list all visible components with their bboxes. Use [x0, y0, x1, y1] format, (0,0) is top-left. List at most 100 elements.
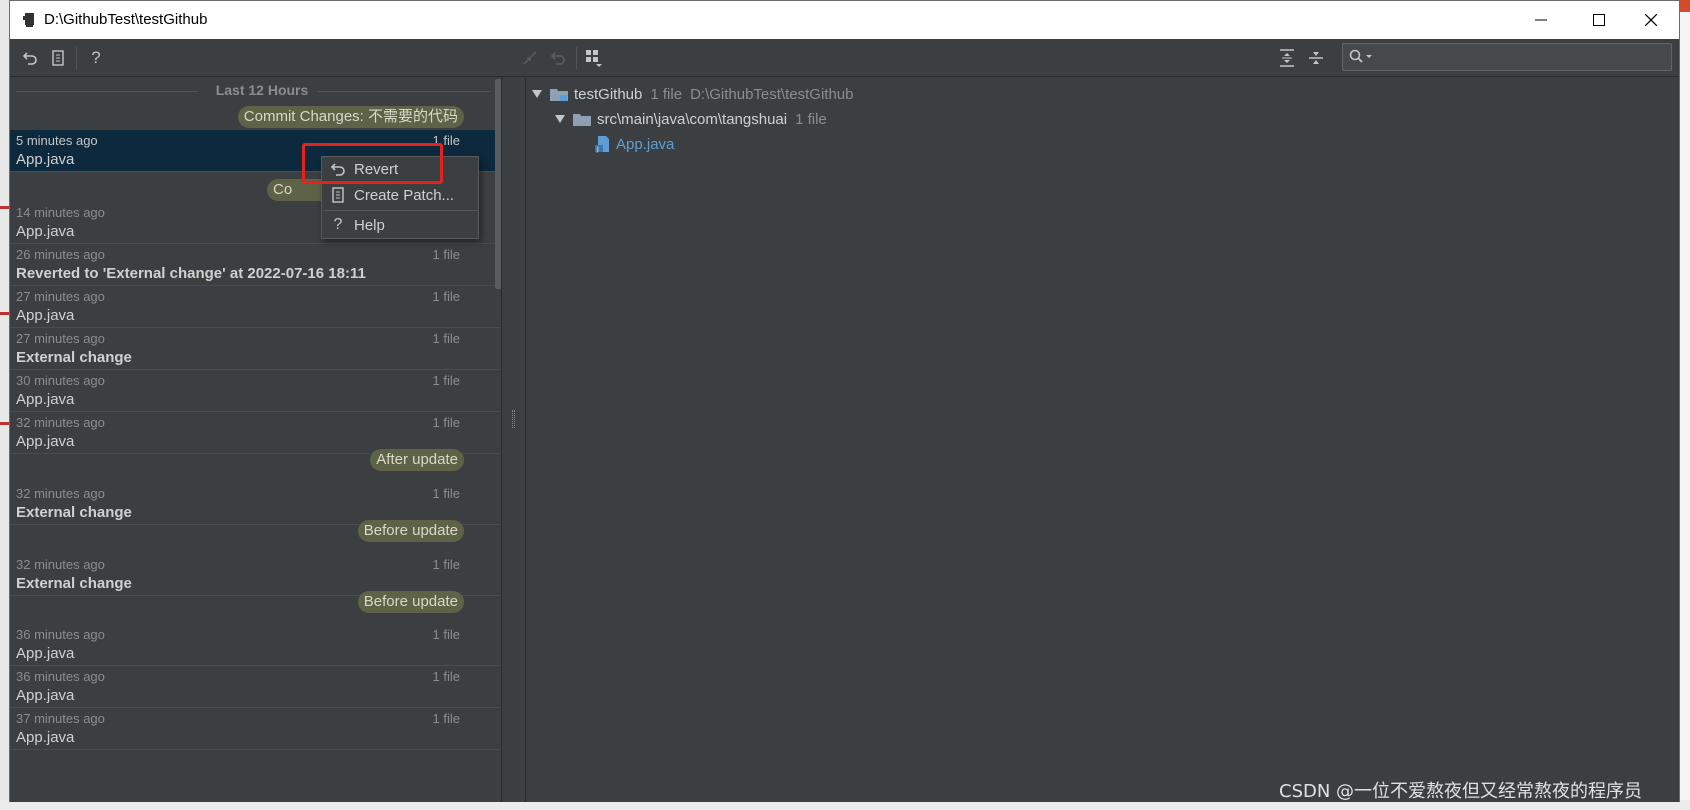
tree-package-count: 1 file: [795, 110, 827, 128]
maximize-icon: [1593, 14, 1605, 26]
revision-file-count: 1 file: [432, 669, 460, 684]
create-patch-toolbar-button[interactable]: [48, 48, 68, 68]
revision-file-count: 1 file: [432, 557, 460, 572]
tree-file-name: App.java: [616, 135, 675, 153]
search-icon: [1349, 49, 1372, 63]
revision-file-count: 1 file: [432, 415, 460, 430]
patch-icon: [52, 50, 64, 66]
show-diff-button[interactable]: [520, 48, 540, 68]
menu-item-revert[interactable]: Revert: [322, 157, 478, 181]
menu-separator: [323, 210, 479, 211]
revision-time: 37 minutes ago: [16, 711, 105, 726]
revision-file-count: 1 file: [432, 711, 460, 726]
revision-name: App.java: [16, 307, 75, 324]
revision-name: External change: [16, 575, 132, 592]
revert-toolbar-button[interactable]: [20, 48, 40, 68]
collapse-all-icon: [1309, 52, 1323, 64]
tree-root-name: testGithub: [574, 85, 643, 103]
revision-name: External change: [16, 349, 132, 366]
maximize-button[interactable]: [1570, 1, 1628, 39]
help-icon: ?: [333, 216, 343, 233]
chevron-down-icon: [555, 115, 565, 123]
section-header: Last 12 Hours: [10, 81, 501, 101]
watermark: CSDN @一位不爱熬夜但又经常熬夜的程序员: [1279, 781, 1643, 802]
patch-icon: [330, 187, 346, 203]
toolbar-separator: [576, 47, 577, 69]
revision-file-count: 1 file: [432, 627, 460, 642]
revision-row[interactable]: 36 minutes ago 1 file App.java: [10, 666, 501, 708]
label-tag: Before update: [357, 591, 464, 613]
folder-icon: [573, 114, 591, 126]
window-title: D:\GithubTest\testGithub: [44, 11, 208, 28]
toolbar-separator: [76, 47, 77, 69]
collapse-all-button[interactable]: [1306, 48, 1326, 68]
revision-file-count: 1 file: [432, 247, 460, 262]
context-menu: Revert Create Patch... ? Help: [321, 156, 479, 239]
tree-node-package[interactable]: src\main\java\com\tangshuai 1 file: [555, 108, 827, 130]
app-icon: [23, 13, 34, 27]
menu-item-label: Revert: [354, 160, 399, 178]
tree-node-file[interactable]: J App.java: [594, 133, 674, 155]
revision-name: App.java: [16, 645, 75, 662]
revert-icon: [22, 52, 37, 65]
revision-time: 36 minutes ago: [16, 627, 105, 642]
revision-row[interactable]: 26 minutes ago 1 file Reverted to 'Exter…: [10, 244, 501, 286]
revision-name: App.java: [16, 729, 75, 746]
minimize-icon: [1535, 19, 1547, 21]
revision-row[interactable]: 36 minutes ago 1 file App.java: [10, 624, 501, 666]
revision-name: App.java: [16, 687, 75, 704]
revision-row[interactable]: 32 minutes ago 1 file App.java: [10, 412, 501, 454]
menu-item-label: Create Patch...: [354, 186, 455, 204]
minimize-button[interactable]: [1512, 1, 1570, 39]
revision-file-count: 1 file: [432, 331, 460, 346]
revision-time: 32 minutes ago: [16, 415, 105, 430]
revision-name: External change: [16, 504, 132, 521]
revision-time: 30 minutes ago: [16, 373, 105, 388]
label-tag: Commit Changes: 不需要的代码: [237, 106, 464, 128]
tree-root-count: 1 file: [650, 85, 683, 103]
expand-all-button[interactable]: [1277, 48, 1297, 68]
help-icon: ?: [91, 48, 101, 67]
revert-selected-button[interactable]: [548, 48, 568, 68]
diff-arrows-icon: [523, 51, 537, 65]
revision-row[interactable]: 32 minutes ago 1 file External change: [10, 554, 501, 596]
revert-icon: [550, 52, 565, 65]
revision-row[interactable]: 27 minutes ago 1 file App.java: [10, 286, 501, 328]
tree-node-root[interactable]: testGithub 1 file D:\GithubTest\testGith…: [532, 83, 853, 105]
module-folder-icon: [550, 89, 568, 101]
revision-row[interactable]: 32 minutes ago 1 file External change: [10, 483, 501, 525]
revision-name: App.java: [16, 151, 75, 168]
section-header-label: Last 12 Hours: [215, 82, 309, 98]
title-bar: D:\GithubTest\testGithub: [10, 1, 1679, 39]
revision-name: Reverted to 'External change' at 2022-07…: [16, 265, 366, 282]
revision-time: 26 minutes ago: [16, 247, 105, 262]
help-toolbar-button[interactable]: ?: [86, 48, 106, 68]
chevron-down-icon: [532, 90, 542, 98]
revision-file-count: 1 file: [432, 373, 460, 388]
panel-splitter[interactable]: [501, 78, 526, 802]
java-file-icon: J: [595, 136, 609, 153]
revision-time: 27 minutes ago: [16, 289, 105, 304]
search-input[interactable]: [1342, 43, 1672, 71]
group-by-button[interactable]: [584, 48, 604, 68]
local-history-window: D:\GithubTest\testGithub ? Last 12 Hours…: [9, 0, 1680, 802]
revision-time: 14 minutes ago: [16, 205, 105, 220]
revision-time: 27 minutes ago: [16, 331, 105, 346]
revision-name: App.java: [16, 433, 75, 450]
revision-time: 32 minutes ago: [16, 557, 105, 572]
revision-time: 5 minutes ago: [16, 133, 98, 148]
revision-row[interactable]: 30 minutes ago 1 file App.java: [10, 370, 501, 412]
revision-name: App.java: [16, 223, 75, 240]
close-button[interactable]: [1622, 1, 1680, 39]
group-by-icon: [586, 50, 602, 67]
changes-tree[interactable]: testGithub 1 file D:\GithubTest\testGith…: [526, 78, 1679, 802]
menu-item-help[interactable]: ? Help: [322, 213, 478, 237]
revision-time: 36 minutes ago: [16, 669, 105, 684]
changes-toolbar: [520, 39, 1679, 77]
revision-row[interactable]: 37 minutes ago 1 file App.java: [10, 708, 501, 750]
menu-item-create-patch[interactable]: Create Patch...: [322, 183, 478, 207]
revision-file-count: 1 file: [432, 133, 460, 148]
label-tag-text: Co: [273, 181, 293, 198]
menu-item-label: Help: [354, 216, 385, 234]
revision-row[interactable]: 27 minutes ago 1 file External change: [10, 328, 501, 370]
